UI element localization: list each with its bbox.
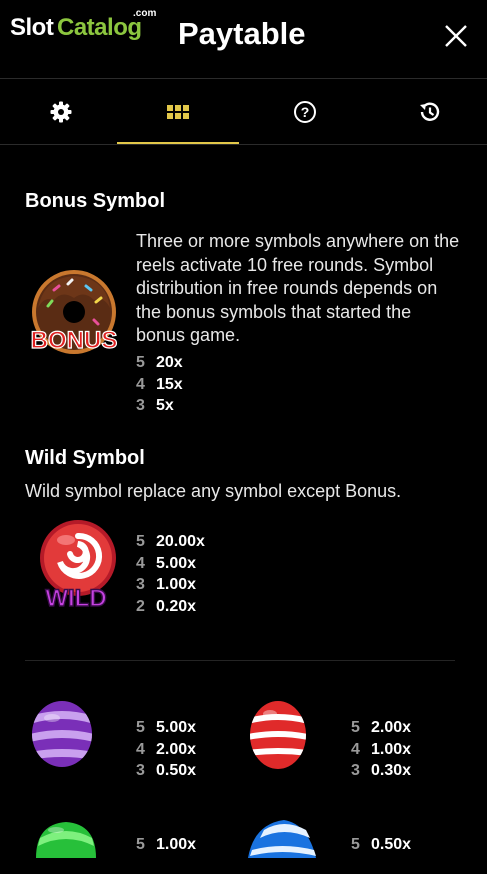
- payout-row: 5 20.00x: [136, 531, 205, 553]
- grid-icon: [167, 105, 189, 119]
- payout-count: 4: [136, 554, 145, 572]
- payout-value: 5.00x: [156, 719, 197, 736]
- page-title: Paytable: [178, 16, 306, 51]
- payout-value: 1.00x: [371, 740, 412, 758]
- payout-row: 3 5x: [136, 395, 183, 417]
- payout-value: 5.00x: [156, 554, 197, 572]
- svg-text:?: ?: [301, 104, 310, 120]
- red-candy-payout-list: 5 2.00x 4 1.00x 3 0.30x: [351, 717, 411, 782]
- payout-count: 3: [136, 576, 145, 593]
- header-divider: [0, 78, 487, 79]
- green-candy-payout-list: 5 1.00x: [136, 834, 196, 856]
- logo-com-text: .com: [133, 8, 157, 19]
- payout-value: 1.00x: [156, 836, 197, 853]
- wild-payout-list: 5 20.00x 4 5.00x 3 1.00x 2 0.20x: [136, 531, 205, 617]
- bonus-donut-symbol: BONUS: [24, 268, 124, 368]
- payout-row: 5 20x: [136, 352, 183, 374]
- payout-value: 5x: [156, 397, 174, 414]
- payout-row: 3 1.00x: [136, 574, 205, 596]
- bonus-description: Three or more symbols anywhere on the re…: [136, 231, 460, 345]
- slotcatalog-logo: Slot Catalog .com: [10, 8, 156, 42]
- tab-history[interactable]: [369, 80, 487, 144]
- payout-count: 2: [136, 597, 145, 615]
- payout-count: 3: [136, 397, 145, 414]
- wild-symbol-label: WILD: [45, 585, 106, 612]
- payout-value: 1.00x: [156, 576, 197, 593]
- help-icon: ?: [294, 101, 316, 123]
- header: Slot Catalog .com Paytable: [0, 0, 487, 78]
- payout-value: 2.00x: [156, 740, 197, 758]
- wild-section-title: Wild Symbol: [25, 447, 145, 469]
- bonus-symbol-label: BONUS: [31, 327, 118, 354]
- red-candy-symbol: [248, 700, 308, 770]
- close-icon: [445, 25, 467, 47]
- green-candy-symbol: [32, 820, 100, 858]
- payout-value: 0.30x: [371, 762, 412, 779]
- payout-count: 5: [136, 533, 145, 550]
- payout-row: 5 2.00x: [351, 717, 411, 739]
- payout-row: 4 1.00x: [351, 739, 411, 761]
- blue-candy-symbol: [246, 816, 318, 858]
- payout-count: 5: [136, 836, 145, 853]
- payout-count: 5: [136, 719, 145, 736]
- payout-row: 4 2.00x: [136, 739, 196, 761]
- payout-count: 3: [351, 762, 360, 779]
- history-icon: [420, 102, 440, 121]
- payout-count: 5: [351, 719, 360, 736]
- payout-value: 0.50x: [371, 836, 412, 853]
- bonus-section-title: Bonus Symbol: [25, 190, 166, 212]
- bonus-payout-list: 5 20x 4 15x 3 5x: [136, 352, 183, 417]
- payout-row: 5 1.00x: [136, 834, 196, 856]
- payout-value: 20.00x: [156, 533, 205, 550]
- payout-value: 0.20x: [156, 597, 197, 615]
- payout-row: 4 5.00x: [136, 553, 205, 575]
- tab-bar: ?: [0, 80, 487, 144]
- payout-row: 3 0.30x: [351, 760, 411, 782]
- gear-icon: [50, 101, 72, 123]
- payout-row: 5 5.00x: [136, 717, 196, 739]
- payout-value: 15x: [156, 375, 183, 393]
- tabs-divider: [0, 144, 487, 145]
- payout-value: 20x: [156, 354, 183, 371]
- payout-count: 5: [351, 836, 360, 853]
- blue-candy-payout-list: 5 0.50x: [351, 834, 411, 856]
- payout-count: 3: [136, 762, 145, 779]
- payout-count: 4: [136, 375, 145, 393]
- purple-candy-symbol: [30, 700, 94, 768]
- payout-value: 0.50x: [156, 762, 197, 779]
- section-divider: [25, 660, 455, 661]
- tab-help[interactable]: ?: [244, 80, 366, 144]
- purple-candy-payout-list: 5 5.00x 4 2.00x 3 0.50x: [136, 717, 196, 782]
- payout-count: 4: [136, 740, 145, 758]
- wild-description: Wild symbol replace any symbol except Bo…: [25, 481, 402, 501]
- payout-value: 2.00x: [371, 719, 412, 736]
- payout-row: 5 0.50x: [351, 834, 411, 856]
- logo-slot-text: Slot: [10, 14, 54, 41]
- payout-row: 2 0.20x: [136, 596, 205, 618]
- payout-row: 4 15x: [136, 374, 183, 396]
- payout-count: 4: [351, 740, 360, 758]
- logo-catalog-text: Catalog: [57, 14, 142, 41]
- tab-settings[interactable]: [0, 80, 122, 144]
- payout-row: 3 0.50x: [136, 760, 196, 782]
- payout-count: 5: [136, 354, 145, 371]
- tab-paytable[interactable]: [117, 80, 239, 144]
- close-button[interactable]: [442, 22, 470, 50]
- wild-lollipop-symbol: WILD: [34, 518, 122, 618]
